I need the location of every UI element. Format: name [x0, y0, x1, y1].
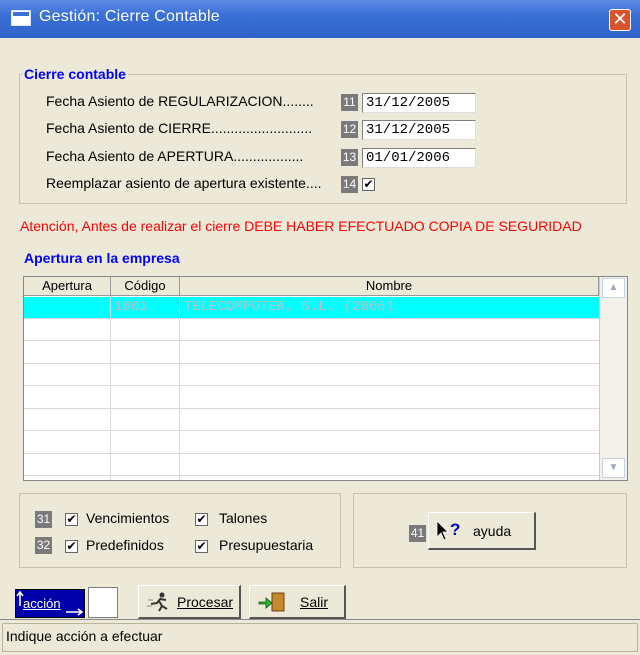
- fecha-apertura-field[interactable]: 01/01/2006: [362, 148, 476, 168]
- row-divider: [24, 453, 599, 454]
- row-codigo-cell: 1001: [114, 299, 148, 315]
- talones-checkbox[interactable]: ✔: [195, 513, 208, 526]
- fecha-apertura-label: Fecha Asiento de APERTURA...............…: [46, 148, 304, 164]
- talones-label: Talones: [219, 510, 268, 526]
- accion-label: acción: [23, 596, 61, 611]
- window-title: Gestión: Cierre Contable: [39, 8, 220, 25]
- salir-label: Salir: [300, 594, 329, 610]
- status-text: Indique acción a efectuar: [6, 628, 163, 644]
- runner-icon: [147, 592, 168, 612]
- options-group: [19, 493, 341, 568]
- ayuda-button[interactable]: ? ayuda: [428, 512, 536, 550]
- field-number-badge: 14: [341, 176, 358, 193]
- row-divider: [24, 340, 599, 341]
- status-bar: Indique acción a efectuar: [0, 619, 640, 655]
- fecha-regularizacion-field[interactable]: 31/12/2005: [362, 93, 476, 113]
- backup-warning-text: Atención, Antes de realizar el cierre DE…: [20, 218, 582, 234]
- column-header-apertura[interactable]: Apertura: [24, 277, 111, 296]
- column-header-codigo[interactable]: Código: [111, 277, 180, 296]
- help-pointer-icon: ?: [436, 520, 460, 541]
- procesar-button[interactable]: Procesar: [138, 585, 241, 619]
- row-divider: [24, 475, 599, 476]
- field-number-badge: 31: [35, 511, 52, 528]
- field-number-badge: 11: [341, 94, 358, 111]
- reemplazar-asiento-checkbox[interactable]: ✔: [362, 178, 375, 191]
- scroll-up-icon[interactable]: ▲: [602, 278, 625, 298]
- row-divider: [24, 408, 599, 409]
- field-number-badge: 32: [35, 537, 52, 554]
- row-divider: [24, 430, 599, 431]
- ayuda-label: ayuda: [473, 523, 512, 539]
- vencimientos-checkbox[interactable]: ✔: [65, 513, 78, 526]
- row-divider: [24, 385, 599, 386]
- column-header-nombre[interactable]: Nombre: [180, 277, 599, 296]
- apertura-empresa-legend: Apertura en la empresa: [22, 250, 182, 266]
- fecha-cierre-field[interactable]: 31/12/2005: [362, 120, 476, 140]
- accion-button[interactable]: acción: [15, 589, 85, 618]
- exit-door-icon: [258, 592, 285, 612]
- title-bar[interactable]: Gestión: Cierre Contable ✕: [0, 0, 640, 38]
- cierre-contable-window: Gestión: Cierre Contable ✕ Cierre contab…: [0, 0, 640, 655]
- field-number-badge: 41: [409, 525, 426, 542]
- vencimientos-label: Vencimientos: [86, 510, 170, 526]
- vertical-scrollbar[interactable]: ▲ ▼: [599, 277, 627, 480]
- row-divider: [24, 318, 599, 319]
- row-nombre-cell: TELECOMPUTER, S.L. (2006): [184, 299, 395, 315]
- reemplazar-asiento-label: Reemplazar asiento de apertura existente…: [46, 175, 322, 191]
- predefinidos-checkbox[interactable]: ✔: [65, 540, 78, 553]
- fecha-cierre-label: Fecha Asiento de CIERRE.................…: [46, 120, 313, 136]
- field-number-badge: 12: [341, 121, 358, 138]
- svg-text:?: ?: [450, 520, 460, 539]
- close-button[interactable]: ✕: [609, 9, 631, 31]
- salir-button[interactable]: Salir: [249, 585, 346, 619]
- row-divider: [24, 363, 599, 364]
- presupuestaria-label: Presupuestaria: [219, 537, 314, 553]
- fecha-regularizacion-label: Fecha Asiento de REGULARIZACION........: [46, 93, 314, 109]
- cierre-contable-legend: Cierre contable: [22, 66, 128, 82]
- predefinidos-label: Predefinidos: [86, 537, 164, 553]
- field-number-badge: 13: [341, 149, 358, 166]
- accion-input[interactable]: [88, 587, 118, 618]
- procesar-label: Procesar: [177, 594, 234, 610]
- presupuestaria-checkbox[interactable]: ✔: [195, 540, 208, 553]
- apertura-empresas-table[interactable]: Apertura Código Nombre 1001 TELECOMPUTER…: [23, 276, 628, 481]
- window-icon: [11, 10, 31, 26]
- scroll-down-icon[interactable]: ▼: [602, 458, 625, 478]
